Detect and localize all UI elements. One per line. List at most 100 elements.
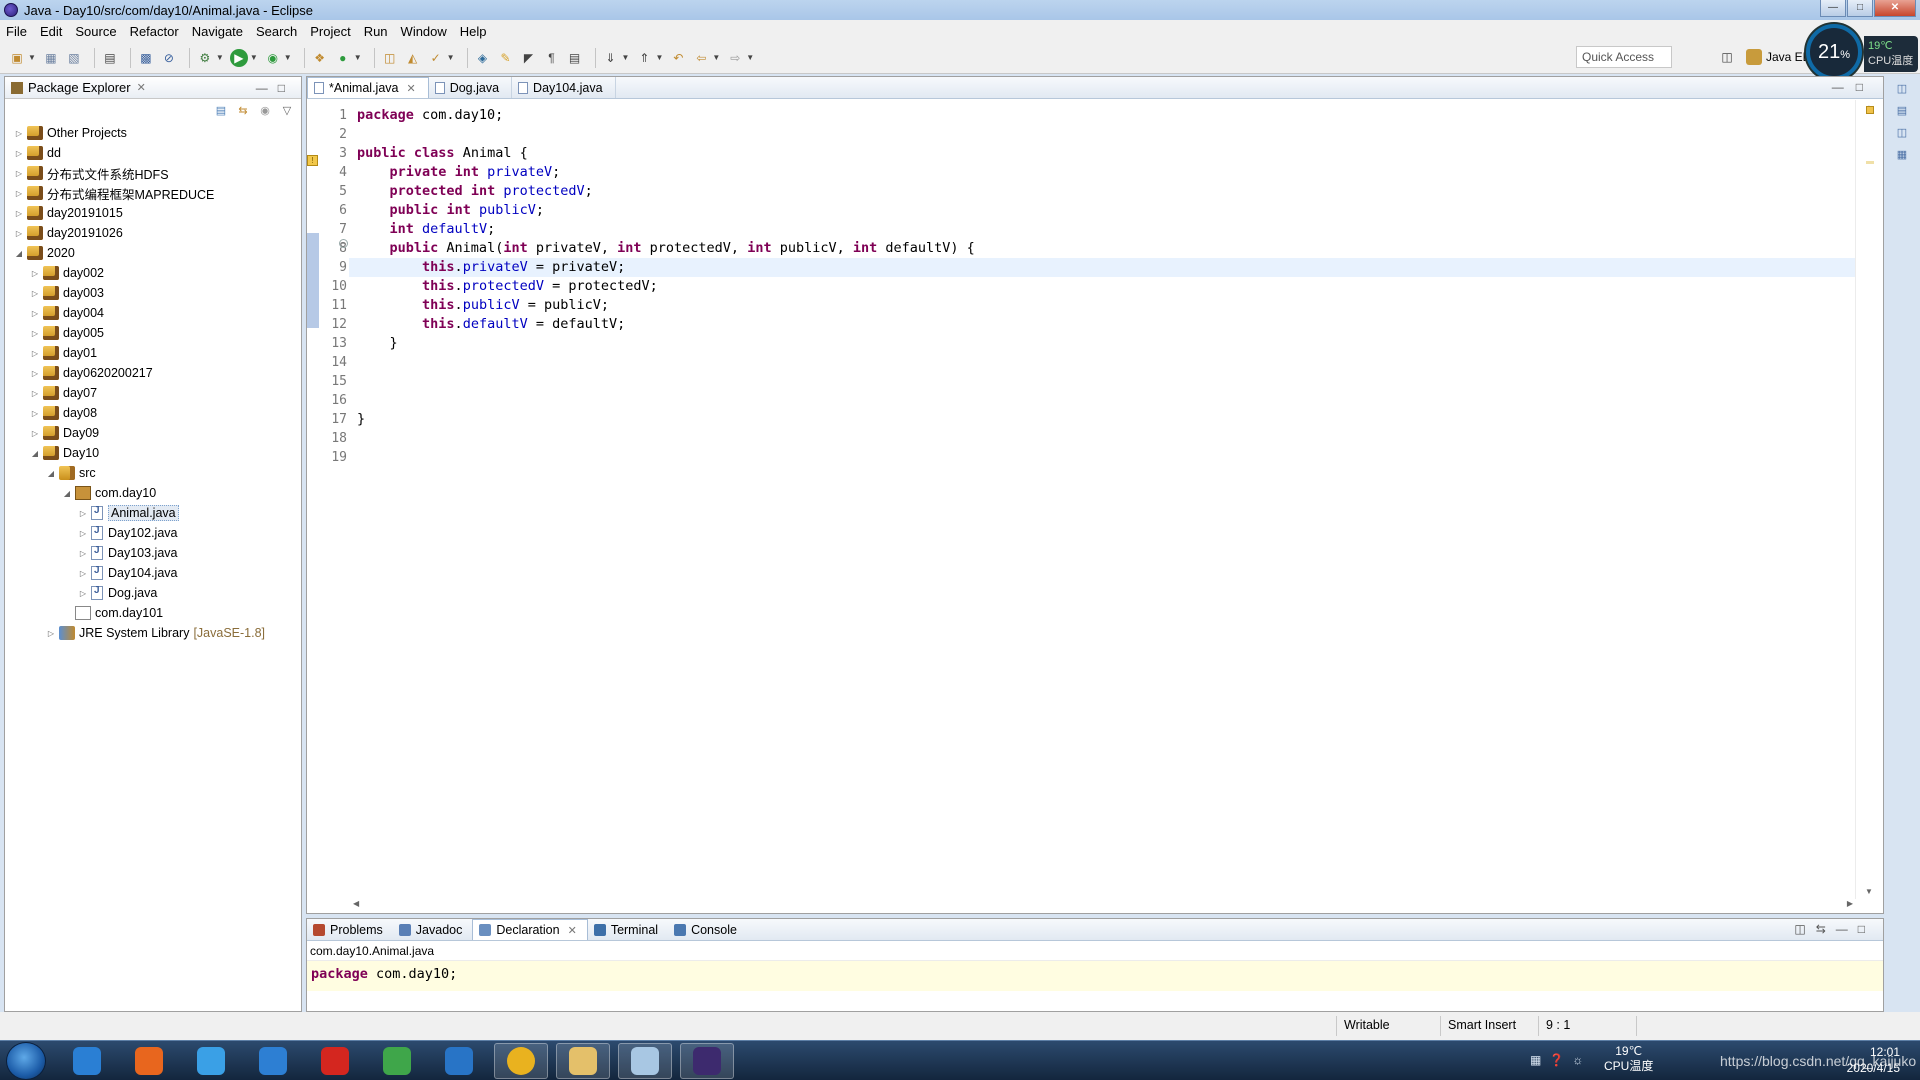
external-tools-icon[interactable]: ◉ — [264, 49, 282, 67]
menu-project[interactable]: Project — [310, 24, 350, 39]
tree-item[interactable]: ▷ JRE System Library [JavaSE-1.8] — [5, 623, 301, 643]
code-line[interactable]: } — [349, 334, 1856, 353]
youdao-dictionary-taskbar-button[interactable] — [308, 1043, 362, 1079]
new-class-dropdown-icon[interactable]: ▼ — [354, 53, 362, 62]
code-line[interactable] — [349, 391, 1856, 410]
open-type-icon[interactable]: ◫ — [381, 49, 399, 67]
code-line[interactable]: private int privateV; — [349, 163, 1856, 182]
terminal-open-icon[interactable]: ▩ — [137, 49, 155, 67]
collapsed-arrow-icon[interactable]: ▷ — [29, 429, 41, 438]
tree-item[interactable]: ▷ day005 — [5, 323, 301, 343]
collapsed-arrow-icon[interactable]: ▷ — [77, 569, 89, 578]
tree-item[interactable]: ▷ Dog.java — [5, 583, 301, 603]
ie-taskbar-button[interactable] — [432, 1043, 486, 1079]
close-tab-icon[interactable]: ✕ — [406, 82, 415, 95]
outline-icon[interactable]: ▤ — [1895, 104, 1909, 118]
view-menu-icon[interactable]: ▽ — [279, 104, 295, 118]
minimize-view-icon[interactable]: — — [256, 81, 278, 95]
new-java-class-icon[interactable]: ● — [334, 49, 352, 67]
run-dropdown-icon[interactable]: ▼ — [250, 53, 258, 62]
code-line[interactable] — [349, 448, 1856, 467]
perspective-switcher[interactable]: ◫ Java EE — [1718, 46, 1811, 68]
new-java-project-icon[interactable]: ❖ — [311, 49, 329, 67]
editor-vertical-scrollbar[interactable]: ▲ ▼ — [1855, 100, 1883, 899]
bottom-tab[interactable]: Console — [668, 919, 747, 940]
minimize-button[interactable]: — — [1820, 0, 1846, 17]
task-list-icon[interactable]: ▦ — [1895, 148, 1909, 162]
restore-icon[interactable]: ◫ — [1895, 126, 1909, 140]
previous-annotation-icon[interactable]: ⇑ — [635, 49, 653, 67]
code-line[interactable] — [349, 353, 1856, 372]
menu-navigate[interactable]: Navigate — [192, 24, 243, 39]
start-button[interactable] — [6, 1042, 46, 1080]
tree-item[interactable]: ▷ 分布式编程框架MAPREDUCE — [5, 183, 301, 203]
forward-icon[interactable]: ⇨ — [726, 49, 744, 67]
print-icon[interactable]: ▤ — [101, 49, 119, 67]
search-icon[interactable]: ✓ — [427, 49, 445, 67]
open-task-icon[interactable]: ◈ — [474, 49, 492, 67]
maximize-editor-icon[interactable]: □ — [1856, 80, 1875, 94]
menu-window[interactable]: Window — [401, 24, 447, 39]
tree-item[interactable]: ▷ day004 — [5, 303, 301, 323]
collapsed-arrow-icon[interactable]: ▷ — [29, 369, 41, 378]
menu-source[interactable]: Source — [75, 24, 116, 39]
mark-occurrences-icon[interactable]: ✎ — [497, 49, 515, 67]
external-tools-dropdown-icon[interactable]: ▼ — [284, 53, 292, 62]
collapsed-arrow-icon[interactable]: ▷ — [13, 129, 25, 138]
tray-weather[interactable]: 19℃ CPU温度 — [1604, 1044, 1653, 1074]
close-view-icon[interactable]: ✕ — [137, 81, 146, 94]
tree-item[interactable]: ▷ day01 — [5, 343, 301, 363]
chrome-taskbar-button[interactable] — [494, 1043, 548, 1079]
collapsed-arrow-icon[interactable]: ▷ — [29, 389, 41, 398]
collapsed-arrow-icon[interactable]: ▷ — [77, 509, 89, 518]
tree-item[interactable]: ▷ Day102.java — [5, 523, 301, 543]
back-icon[interactable]: ⇦ — [692, 49, 710, 67]
bottom-tab[interactable]: Declaration ✕ — [472, 919, 588, 940]
declaration-link-icon[interactable]: ⇆ — [1816, 922, 1836, 936]
toggle-block-icon[interactable]: ◤ — [520, 49, 538, 67]
notepad-taskbar-button[interactable] — [618, 1043, 672, 1079]
expanded-arrow-icon[interactable]: ◢ — [29, 449, 41, 458]
editor-tab[interactable]: Dog.java — [429, 77, 513, 98]
code-editor[interactable]: ! 1 2 3 4 5 6 7 8 9 10 11 12 13 14 15 16 17 18 19 − packag… — [307, 100, 1856, 899]
tray-icons[interactable]: ▦❓☼ — [1530, 1053, 1591, 1067]
baidu-netdisk-taskbar-button[interactable] — [184, 1043, 238, 1079]
scroll-left-icon[interactable]: ◀ — [353, 899, 359, 908]
collapsed-arrow-icon[interactable]: ▷ — [29, 269, 41, 278]
code-line[interactable]: this.protectedV = protectedV; — [349, 277, 1856, 296]
collapsed-arrow-icon[interactable]: ▷ — [77, 549, 89, 558]
code-line[interactable]: protected int protectedV; — [349, 182, 1856, 201]
skip-breakpoints-icon[interactable]: ⊘ — [160, 49, 178, 67]
code-line[interactable]: } — [349, 410, 1856, 429]
code-line[interactable]: public Animal(int privateV, int protecte… — [349, 239, 1856, 258]
tree-item[interactable]: ▷ day0620200217 — [5, 363, 301, 383]
code-line[interactable] — [349, 372, 1856, 391]
code-text[interactable]: package com.day10; public class Animal { … — [349, 106, 1856, 467]
bottom-tab[interactable]: Problems — [307, 919, 393, 940]
menu-help[interactable]: Help — [460, 24, 487, 39]
code-line[interactable]: this.publicV = publicV; — [349, 296, 1856, 315]
new-dropdown-icon[interactable]: ▼ — [28, 53, 36, 62]
tree-item[interactable]: ▷ dd — [5, 143, 301, 163]
new-icon[interactable]: ▣ — [8, 49, 26, 67]
tree-item[interactable]: ◢ 2020 — [5, 243, 301, 263]
code-line[interactable] — [349, 429, 1856, 448]
tree-item[interactable]: ▷ day20191015 — [5, 203, 301, 223]
eclipse-taskbar-button[interactable] — [680, 1043, 734, 1079]
collapsed-arrow-icon[interactable]: ▷ — [13, 209, 25, 218]
code-line[interactable]: int defaultV; — [349, 220, 1856, 239]
editor-horizontal-scrollbar[interactable]: ◀ ▶ — [351, 899, 1853, 913]
code-line[interactable]: this.privateV = privateV; — [349, 258, 1856, 277]
tree-item[interactable]: ◢ src — [5, 463, 301, 483]
minimize-panel-icon[interactable]: — — [1836, 922, 1858, 936]
editor-tab[interactable]: *Animal.java ✕ — [307, 77, 429, 98]
tree-item[interactable]: ◢ Day10 — [5, 443, 301, 463]
menu-run[interactable]: Run — [364, 24, 388, 39]
code-line[interactable] — [349, 125, 1856, 144]
close-tab-icon[interactable]: ✕ — [568, 924, 577, 937]
tree-item[interactable]: ▷ day20191026 — [5, 223, 301, 243]
ie-alt-taskbar-button[interactable] — [370, 1043, 424, 1079]
expanded-arrow-icon[interactable]: ◢ — [45, 469, 57, 478]
code-line[interactable]: this.defaultV = defaultV; — [349, 315, 1856, 334]
tray-clock[interactable]: 12:01 2020/4/15 — [1847, 1044, 1900, 1076]
